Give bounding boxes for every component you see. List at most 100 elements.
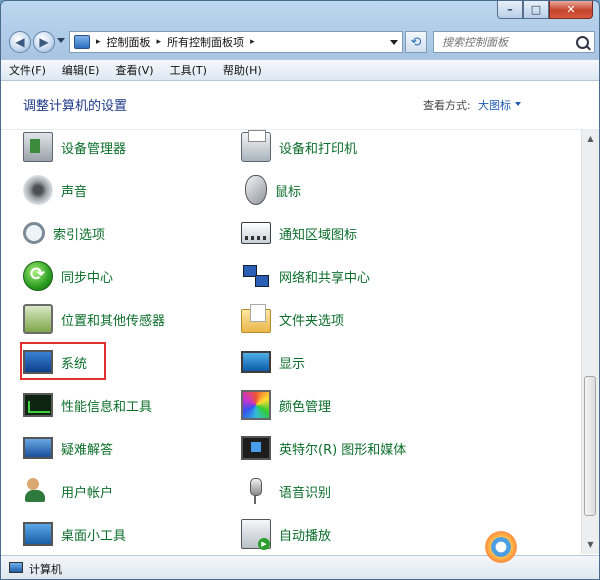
- item-location-sensors[interactable]: 位置和其他传感器: [23, 302, 165, 336]
- back-button[interactable]: ◀: [9, 31, 31, 53]
- address-dropdown-icon[interactable]: [390, 40, 398, 45]
- recent-pages-dropdown-icon[interactable]: [57, 38, 65, 43]
- taskbar-icon: [241, 222, 271, 244]
- view-by-dropdown[interactable]: 大图标: [478, 97, 511, 113]
- autoplay-icon: [241, 519, 271, 550]
- item-color-management[interactable]: 颜色管理: [241, 388, 331, 422]
- item-label: 通知区域图标: [279, 227, 358, 243]
- sync-icon: [23, 261, 53, 291]
- item-label: 网络和共享中心: [279, 270, 371, 286]
- status-text: 计算机: [29, 563, 62, 576]
- refresh-icon: ⟲: [410, 34, 422, 50]
- item-label: 同步中心: [61, 270, 114, 286]
- item-device-manager[interactable]: 设备管理器: [23, 130, 126, 164]
- item-intel-graphics[interactable]: 英特尔(R) 图形和媒体: [241, 431, 406, 465]
- item-speech-recognition[interactable]: 语音识别: [241, 474, 331, 508]
- navigation-bar: ◀ ▶ ▸ 控制面板 ▸ 所有控制面板项 ▸ ⟲: [9, 29, 595, 55]
- color-icon: [241, 390, 271, 420]
- search-input[interactable]: [440, 34, 580, 50]
- breadcrumb-all-items[interactable]: 所有控制面板项: [167, 34, 244, 50]
- item-sound[interactable]: 声音: [23, 173, 87, 207]
- page-title: 调整计算机的设置: [23, 99, 128, 114]
- gadgets-icon: [23, 522, 53, 546]
- item-label: 性能信息和工具: [61, 399, 153, 415]
- breadcrumb-control-panel[interactable]: 控制面板: [107, 34, 151, 50]
- monitor-icon: [241, 351, 271, 373]
- item-label: 显示: [279, 356, 306, 372]
- caption-buttons: – □ ✕: [497, 1, 593, 21]
- close-button[interactable]: ✕: [549, 1, 593, 19]
- device-manager-icon: [23, 132, 53, 162]
- breadcrumb-separator-icon[interactable]: ▸: [157, 37, 162, 47]
- sensor-icon: [23, 304, 53, 334]
- item-folder-options[interactable]: 文件夹选项: [241, 302, 344, 336]
- refresh-button[interactable]: ⟲: [405, 31, 427, 53]
- item-sync-center[interactable]: 同步中心: [23, 259, 113, 293]
- item-label: 英特尔(R) 图形和媒体: [279, 442, 407, 458]
- maximize-button[interactable]: □: [523, 1, 549, 19]
- menu-tools[interactable]: 工具(T): [162, 62, 215, 78]
- content-header: 调整计算机的设置 查看方式: 大图标: [1, 81, 599, 130]
- breadcrumb-separator-icon[interactable]: ▸: [96, 37, 101, 47]
- item-label: 索引选项: [53, 227, 106, 243]
- speaker-icon: [23, 175, 53, 205]
- watermark-swirl-icon: [481, 527, 521, 567]
- item-label: 设备和打印机: [279, 141, 358, 157]
- menu-bar: 文件(F) 编辑(E) 查看(V) 工具(T) 帮助(H): [1, 59, 599, 81]
- item-display[interactable]: 显示: [241, 345, 305, 379]
- menu-edit[interactable]: 编辑(E): [54, 62, 108, 78]
- search-box: [433, 31, 595, 53]
- address-bar[interactable]: ▸ 控制面板 ▸ 所有控制面板项 ▸: [69, 31, 403, 53]
- item-label: 桌面小工具: [61, 528, 127, 544]
- item-label: 疑难解答: [61, 442, 114, 458]
- search-icon[interactable]: [576, 36, 589, 49]
- network-icon: [241, 261, 271, 291]
- highlight-box: [20, 342, 106, 380]
- back-arrow-icon: ◀: [15, 35, 25, 49]
- item-label: 文件夹选项: [279, 313, 345, 329]
- scroll-thumb[interactable]: [584, 376, 596, 516]
- content-pane: 调整计算机的设置 查看方式: 大图标 设备管理器 设备和打印机 声音 鼠标 索引…: [1, 81, 599, 555]
- watermark-logo: [475, 521, 595, 577]
- item-user-accounts[interactable]: 用户帐户: [23, 474, 113, 508]
- item-troubleshooting[interactable]: 疑难解答: [23, 431, 113, 465]
- item-autoplay[interactable]: 自动播放: [241, 517, 331, 551]
- control-panel-icon: [74, 35, 90, 49]
- item-network-sharing[interactable]: 网络和共享中心: [241, 259, 370, 293]
- item-performance[interactable]: 性能信息和工具: [23, 388, 152, 422]
- item-label: 鼠标: [275, 184, 302, 200]
- intel-graphics-icon: [241, 436, 271, 460]
- item-notification-icons[interactable]: 通知区域图标: [241, 216, 357, 250]
- view-by-label: 查看方式:: [423, 99, 471, 112]
- item-devices-printers[interactable]: 设备和打印机: [241, 130, 357, 164]
- menu-help[interactable]: 帮助(H): [215, 62, 270, 78]
- microphone-icon: [241, 476, 271, 506]
- printer-icon: [241, 130, 271, 162]
- view-by-caret-icon[interactable]: [515, 102, 521, 106]
- item-label: 声音: [61, 184, 88, 200]
- item-label: 用户帐户: [61, 485, 114, 501]
- mouse-icon: [245, 175, 267, 205]
- vertical-scrollbar[interactable]: ▲ ▼: [581, 130, 599, 554]
- item-label: 设备管理器: [61, 141, 127, 157]
- minimize-button[interactable]: –: [497, 1, 523, 19]
- item-label: 颜色管理: [279, 399, 332, 415]
- item-desktop-gadgets[interactable]: 桌面小工具: [23, 517, 126, 551]
- troubleshoot-icon: [23, 437, 53, 459]
- item-indexing-options[interactable]: 索引选项: [23, 216, 105, 250]
- item-mouse[interactable]: 鼠标: [241, 173, 301, 207]
- item-label: 自动播放: [279, 528, 332, 544]
- breadcrumb-separator-icon[interactable]: ▸: [250, 37, 255, 47]
- menu-view[interactable]: 查看(V): [107, 62, 161, 78]
- forward-arrow-icon: ▶: [39, 35, 49, 49]
- magnifier-icon: [23, 222, 45, 244]
- computer-icon: [9, 562, 23, 573]
- control-panel-window: – □ ✕ ◀ ▶ ▸ 控制面板 ▸ 所有控制面板项 ▸ ⟲ 文件(F) 编辑(…: [0, 0, 600, 580]
- item-label: 位置和其他传感器: [61, 313, 166, 329]
- item-label: 语音识别: [279, 485, 332, 501]
- scroll-up-icon[interactable]: ▲: [582, 130, 599, 147]
- performance-icon: [23, 393, 53, 417]
- forward-button[interactable]: ▶: [33, 31, 55, 53]
- menu-file[interactable]: 文件(F): [1, 62, 54, 78]
- user-accounts-icon: [23, 476, 53, 506]
